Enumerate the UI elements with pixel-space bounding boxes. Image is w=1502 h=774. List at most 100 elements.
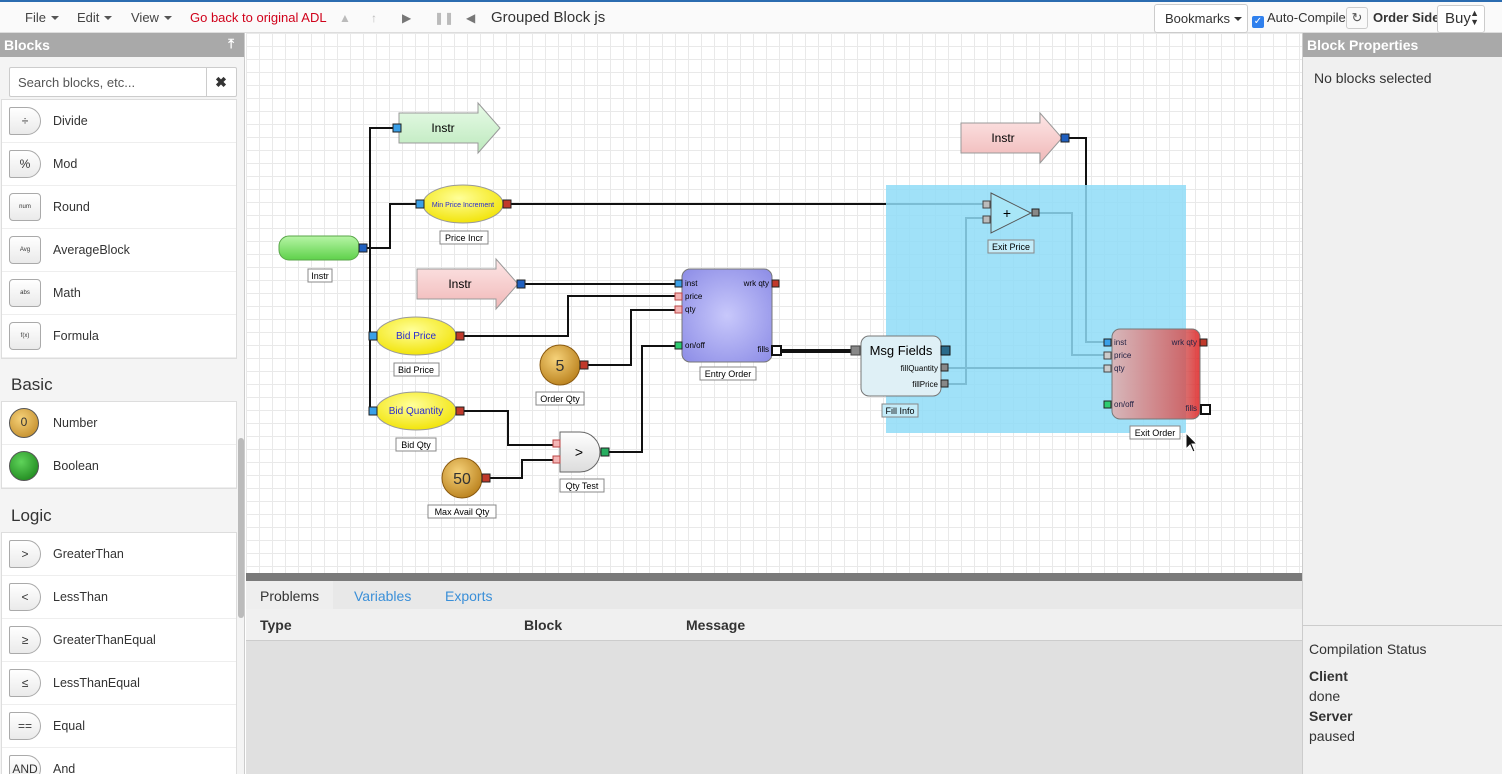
fill-info-label: Fill Info	[885, 406, 914, 416]
section-basic-header[interactable]: Basic	[1, 365, 237, 403]
order-qty-block[interactable]: 5 Order Qty	[535, 344, 589, 406]
bid-price-block[interactable]: Bid Price Bid Price	[368, 316, 465, 377]
entry-order-block[interactable]: inst price qty on/off wrk qty fills Entr…	[674, 268, 782, 381]
scrollbar-thumb[interactable]	[238, 438, 244, 618]
auto-compile-toggle[interactable]: ✓ Auto-Compile	[1252, 10, 1346, 28]
bid-quantity-block[interactable]: Bid Quantity Bid Qty	[368, 391, 465, 452]
entry-order-label: Entry Order	[705, 369, 752, 379]
palette-item-label: GreaterThan	[53, 547, 124, 561]
palette-item-label: Math	[53, 286, 81, 300]
order-side-select[interactable]: Buy ▲ ▼	[1437, 5, 1485, 33]
column-type[interactable]: Type	[260, 617, 292, 633]
instr-block-2[interactable]: Instr	[416, 257, 526, 311]
step-up-icon[interactable]: ↑	[371, 11, 377, 25]
min-price-increment-block[interactable]: Min Price Increment Price Incr	[415, 184, 512, 245]
exit-port-qty: qty	[1114, 364, 1125, 373]
qty-test-block[interactable]: > Qty Test	[552, 431, 610, 493]
pause-icon[interactable]: ❚❚	[434, 11, 454, 25]
entry-port-fills: fills	[757, 345, 769, 354]
max-avail-qty-label: Max Avail Qty	[435, 507, 490, 517]
rewind-icon[interactable]: ◀	[466, 11, 475, 25]
compilation-status-title: Compilation Status	[1309, 641, 1427, 657]
exit-port-onoff: on/off	[1114, 400, 1135, 409]
palette-item-mod[interactable]: % Mod	[2, 143, 236, 186]
palette-item-greaterthan[interactable]: > GreaterThan	[2, 533, 236, 576]
section-logic-header[interactable]: Logic	[1, 496, 237, 534]
block-diagram[interactable]: Instr Instr Min Price Increment Price In…	[246, 33, 1302, 573]
palette-item-number[interactable]: 0 Number	[2, 402, 236, 445]
instr-block-1[interactable]: Instr	[392, 101, 501, 155]
instr-2-label: Instr	[448, 277, 471, 291]
palette-item-label: And	[53, 762, 76, 774]
palette-item-math[interactable]: abs Math	[2, 272, 236, 315]
palette-item-label: LessThanEqual	[53, 676, 140, 690]
palette-item-averageblock[interactable]: Avg AverageBlock	[2, 229, 236, 272]
palette-item-lessthan[interactable]: < LessThan	[2, 576, 236, 619]
top-toolbar: File Edit View Go back to original ADL ▲…	[0, 0, 1502, 33]
edit-menu[interactable]: Edit	[77, 10, 113, 25]
order-qty-value: 5	[556, 358, 565, 375]
server-label: Server	[1309, 708, 1353, 724]
bookmarks-label: Bookmarks	[1165, 11, 1231, 26]
math-block-icon: abs	[9, 279, 41, 307]
palette-item-greaterthanequal[interactable]: ≥ GreaterThanEqual	[2, 619, 236, 662]
palette-item-lessthanequal[interactable]: ≤ LessThanEqual	[2, 662, 236, 705]
server-status: paused	[1309, 728, 1355, 744]
palette-item-label: Mod	[53, 157, 78, 171]
panel-splitter[interactable]	[246, 573, 1302, 581]
close-icon[interactable]: ✖	[206, 68, 236, 96]
palette-item-and[interactable]: AND And	[2, 748, 236, 774]
column-block[interactable]: Block	[524, 617, 562, 633]
column-message[interactable]: Message	[686, 617, 745, 633]
palette-item-equal[interactable]: == Equal	[2, 705, 236, 748]
palette-item-boolean[interactable]: Boolean	[2, 445, 236, 488]
search-input[interactable]	[10, 68, 207, 96]
client-status: done	[1309, 688, 1341, 704]
bid-quantity-name: Bid Quantity	[389, 406, 443, 417]
exit-port-wrk-qty: wrk qty	[1171, 338, 1197, 347]
play-icon[interactable]: ▶	[402, 11, 411, 25]
entry-port-price: price	[685, 292, 703, 301]
document-title: Grouped Block js	[491, 9, 606, 26]
instr-block-3[interactable]: Instr	[960, 111, 1070, 165]
bookmarks-button[interactable]: Bookmarks	[1154, 4, 1248, 33]
chevron-down-icon	[163, 16, 172, 20]
max-avail-qty-block[interactable]: 50 Max Avail Qty	[427, 457, 497, 519]
checkbox-checked-icon[interactable]: ✓	[1252, 16, 1264, 28]
palette-item-label: Round	[53, 200, 90, 214]
greaterthan-block-icon: >	[9, 540, 41, 568]
instr-source-block[interactable]: Instr	[278, 235, 368, 283]
view-menu-label: View	[131, 10, 159, 25]
tab-problems[interactable]: Problems	[246, 581, 334, 609]
home-icon[interactable]: ▲	[339, 11, 351, 25]
exit-price-label: Exit Price	[992, 242, 1030, 252]
bid-price-label: Bid Price	[398, 365, 434, 375]
palette-item-divide[interactable]: ÷ Divide	[2, 100, 236, 143]
refresh-button[interactable]: ↻	[1346, 7, 1368, 29]
tab-variables[interactable]: Variables	[354, 588, 411, 604]
file-menu[interactable]: File	[25, 10, 59, 25]
palette-item-label: AverageBlock	[53, 243, 130, 257]
equal-block-icon: ==	[9, 712, 41, 740]
min-price-increment-label: Min Price Increment	[432, 202, 494, 209]
lessthanequal-block-icon: ≤	[9, 669, 41, 697]
exit-port-fills: fills	[1185, 404, 1197, 413]
palette-item-round[interactable]: num Round	[2, 186, 236, 229]
block-properties-header: Block Properties	[1303, 33, 1502, 57]
basic-block-list: 0 Number Boolean	[1, 401, 237, 489]
logic-block-list: > GreaterThan < LessThan ≥ GreaterThanEqual ≤ L…	[1, 532, 237, 774]
palette-item-label: GreaterThanEqual	[53, 633, 156, 647]
order-side-label: Order Side	[1373, 10, 1440, 25]
pin-icon[interactable]: ⤒	[228, 36, 234, 52]
mouse-cursor-icon	[1185, 431, 1199, 453]
chevron-down-icon	[1234, 17, 1243, 21]
entry-port-inst: inst	[685, 279, 698, 288]
tab-exports[interactable]: Exports	[445, 588, 492, 604]
palette-item-formula[interactable]: f(x) Formula	[2, 315, 236, 358]
view-menu[interactable]: View	[131, 10, 172, 25]
block-canvas[interactable]: Instr Instr Min Price Increment Price In…	[246, 33, 1302, 573]
msg-fields-title: Msg Fields	[870, 343, 933, 358]
blocks-panel: Blocks ⤒ ✖ ÷ Divide% Mod num Round Avg Average…	[0, 33, 245, 774]
go-back-link[interactable]: Go back to original ADL	[190, 10, 327, 25]
compilation-status: Compilation Status Client done Server pa…	[1303, 625, 1502, 774]
